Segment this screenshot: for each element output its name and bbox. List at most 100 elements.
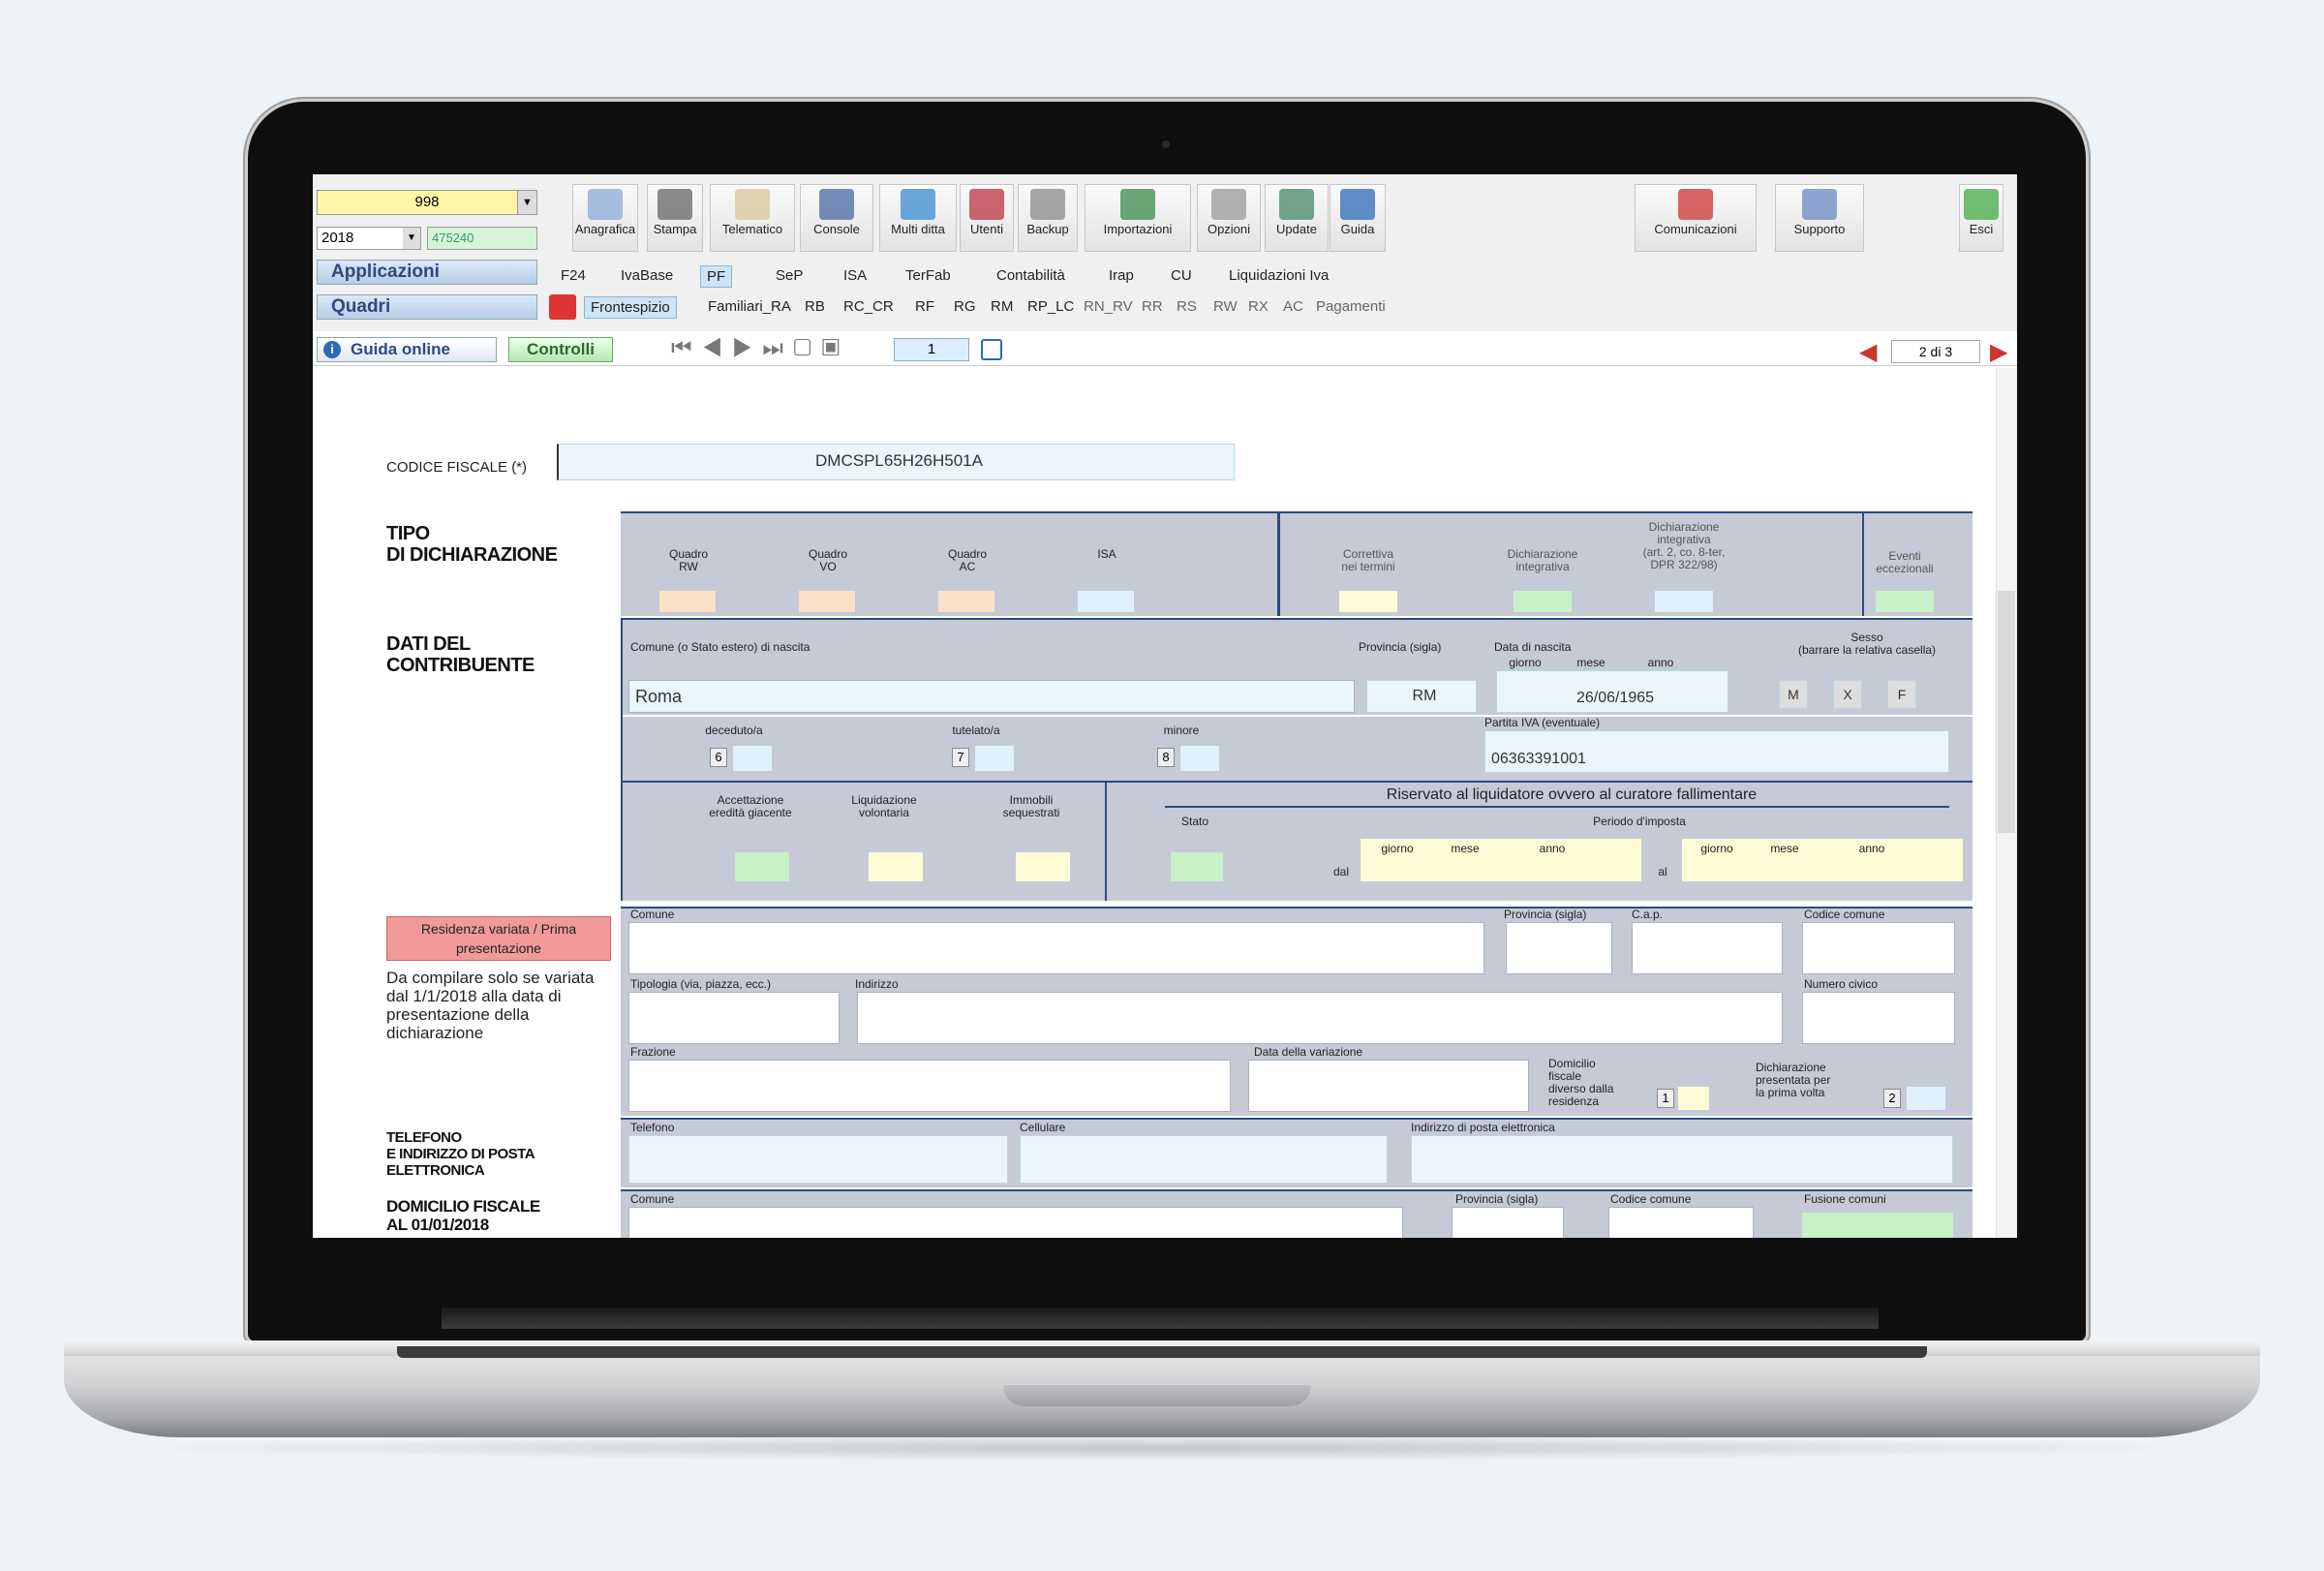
quadri-tab-rn_rv[interactable]: RN_RV (1078, 296, 1139, 317)
quadri-tab-rx[interactable]: RX (1242, 296, 1274, 317)
menu-tab-pf[interactable]: PF (700, 265, 733, 288)
quadri-tab-rr[interactable]: RR (1136, 296, 1169, 317)
utenti-button[interactable]: Utenti (960, 184, 1014, 252)
domicilio-diverso-box[interactable] (1678, 1087, 1709, 1110)
comunicazioni-button[interactable]: Comunicazioni (1635, 184, 1757, 252)
provincia-input[interactable]: RM (1366, 680, 1477, 713)
tipo-correttiva-box[interactable] (1339, 591, 1397, 612)
menu-tab-f24[interactable]: F24 (555, 265, 592, 286)
tipo-quadro_ac-box[interactable] (938, 591, 994, 612)
menu-tab-terfab[interactable]: TerFab (900, 265, 957, 286)
update-button[interactable]: Update (1265, 184, 1329, 252)
residenza-input-8[interactable] (1248, 1060, 1529, 1112)
tipo-quadro_rw-box[interactable] (659, 591, 716, 612)
contribuente-liquidazione-box[interactable] (869, 852, 923, 881)
user-select[interactable]: 475240 (427, 227, 537, 250)
menu-tab-isa[interactable]: ISA (838, 265, 872, 286)
residenza-input-1[interactable] (1506, 922, 1612, 974)
menu-tab-irap[interactable]: Irap (1103, 265, 1140, 286)
applicazioni-label: Applicazioni (331, 262, 440, 282)
tipo-integrativa_art-box[interactable] (1655, 591, 1713, 612)
quadri-select[interactable]: Quadri (317, 294, 537, 320)
residenza-input-4[interactable] (628, 992, 840, 1044)
controlli-button[interactable]: Controlli (508, 337, 613, 362)
quadri-tab-rb[interactable]: RB (799, 296, 831, 317)
code-select[interactable]: 998 ▼ (317, 190, 537, 215)
domicilio-fusione-label: Fusione comuni (1804, 1192, 1886, 1206)
applicazioni-select[interactable]: Applicazioni (317, 260, 537, 285)
opzioni-button[interactable]: Opzioni (1197, 184, 1261, 252)
quadri-tab-familiari_ra[interactable]: Familiari_RA (702, 296, 797, 317)
contribuente-accettazione-box[interactable] (735, 852, 789, 881)
partita-iva-input[interactable]: 06363391001 (1484, 730, 1949, 773)
domicilio-provincia-input[interactable] (1452, 1207, 1564, 1238)
contribuente-immobili-box[interactable] (1016, 852, 1070, 881)
stampa-button[interactable]: Stampa (647, 184, 703, 252)
quadri-tab-ac[interactable]: AC (1277, 296, 1309, 317)
residenza-input-6[interactable] (1802, 992, 1955, 1044)
page-input[interactable]: 1 (894, 338, 969, 361)
sesso-x[interactable]: X (1833, 680, 1862, 709)
tipo-integrativa-box[interactable] (1514, 591, 1572, 612)
domicilio-comune-input[interactable] (628, 1207, 1403, 1238)
dichiarazione-prima-box[interactable] (1907, 1087, 1945, 1110)
domicilio-codice-input[interactable] (1608, 1207, 1754, 1238)
anagrafica-button[interactable]: Anagrafica (572, 184, 638, 252)
esci-button[interactable]: Esci (1959, 184, 2003, 252)
data-nascita-input[interactable]: 26/06/1965 (1496, 670, 1728, 713)
menu-tab-contabilità[interactable]: Contabilità (991, 265, 1071, 286)
quadri-tab-rg[interactable]: RG (948, 296, 982, 317)
domicilio-fusione-box[interactable] (1802, 1213, 1953, 1238)
guida-button[interactable]: Guida (1330, 184, 1386, 252)
menu-tab-ivabase[interactable]: IvaBase (615, 265, 679, 286)
sesso-m[interactable]: M (1779, 680, 1808, 709)
residenza-input-7[interactable] (628, 1060, 1231, 1112)
quadri-tab-rf[interactable]: RF (909, 296, 940, 317)
email-input[interactable] (1411, 1135, 1953, 1184)
quadri-tab-pagamenti[interactable]: Pagamenti (1310, 296, 1391, 317)
menu-tab-sep[interactable]: SeP (770, 265, 809, 286)
quadri-tab-rp_lc[interactable]: RP_LC (1022, 296, 1080, 317)
quadri-tab-rm[interactable]: RM (985, 296, 1019, 317)
go-page-icon[interactable] (981, 339, 1002, 360)
telematico-button[interactable]: Telematico (710, 184, 795, 252)
tipo-eventi-box[interactable] (1876, 591, 1934, 612)
tipo-quadro_vo-box[interactable] (799, 591, 855, 612)
domicilio-codice-label: Codice comune (1610, 1192, 1692, 1206)
contribuente-tutelato-box[interactable] (975, 746, 1014, 771)
quadri-tab-rc_cr[interactable]: RC_CR (838, 296, 900, 317)
comune-nascita-input[interactable]: Roma (628, 680, 1355, 713)
sesso-f[interactable]: F (1887, 680, 1916, 709)
residenza-input-2[interactable] (1632, 922, 1783, 974)
telefono-input[interactable] (628, 1135, 1008, 1184)
multi-ditta-button[interactable]: Multi ditta (879, 184, 957, 252)
importazioni-button[interactable]: Importazioni (1085, 184, 1191, 252)
contribuente-minore-box[interactable] (1180, 746, 1219, 771)
residenza-badge: Residenza variata / Prima presentazione (386, 916, 611, 961)
scrollbar-thumb[interactable] (1998, 591, 2015, 833)
residenza-input-5[interactable] (857, 992, 1783, 1044)
console-button[interactable]: Console (800, 184, 873, 252)
next-page-icon[interactable]: ▶ (1990, 338, 2007, 366)
menu-tab-cu[interactable]: CU (1165, 265, 1198, 286)
cellulare-input[interactable] (1020, 1135, 1388, 1184)
backup-button[interactable]: Backup (1018, 184, 1078, 252)
quadri-tab-frontespizio[interactable]: Frontespizio (584, 296, 677, 319)
contribuente-deceduto-box[interactable] (733, 746, 772, 771)
pdf-icon[interactable] (549, 294, 576, 320)
prev-page-icon[interactable]: ◀ (1859, 338, 1877, 366)
residenza-input-3[interactable] (1802, 922, 1955, 974)
guida-online-button[interactable]: i Guida online (317, 337, 497, 362)
year-select[interactable]: 2018 ▼ (317, 227, 421, 250)
tipo-isa-box[interactable] (1078, 591, 1134, 612)
record-nav-arrows[interactable]: ⏮◀▶⏭▢▣ (671, 335, 849, 362)
quadri-tab-rs[interactable]: RS (1171, 296, 1203, 317)
tipo-title: TIPO DI DICHIARAZIONE (386, 523, 558, 566)
supporto-button[interactable]: Supporto (1775, 184, 1864, 252)
residenza-input-0[interactable] (628, 922, 1484, 974)
user-value: 475240 (432, 231, 474, 245)
codice-fiscale-input[interactable]: DMCSPL65H26H501A (557, 444, 1235, 480)
menu-tab-liquidazioni-iva[interactable]: Liquidazioni Iva (1223, 265, 1334, 286)
stato-box[interactable] (1171, 852, 1223, 881)
quadri-tab-rw[interactable]: RW (1208, 296, 1243, 317)
